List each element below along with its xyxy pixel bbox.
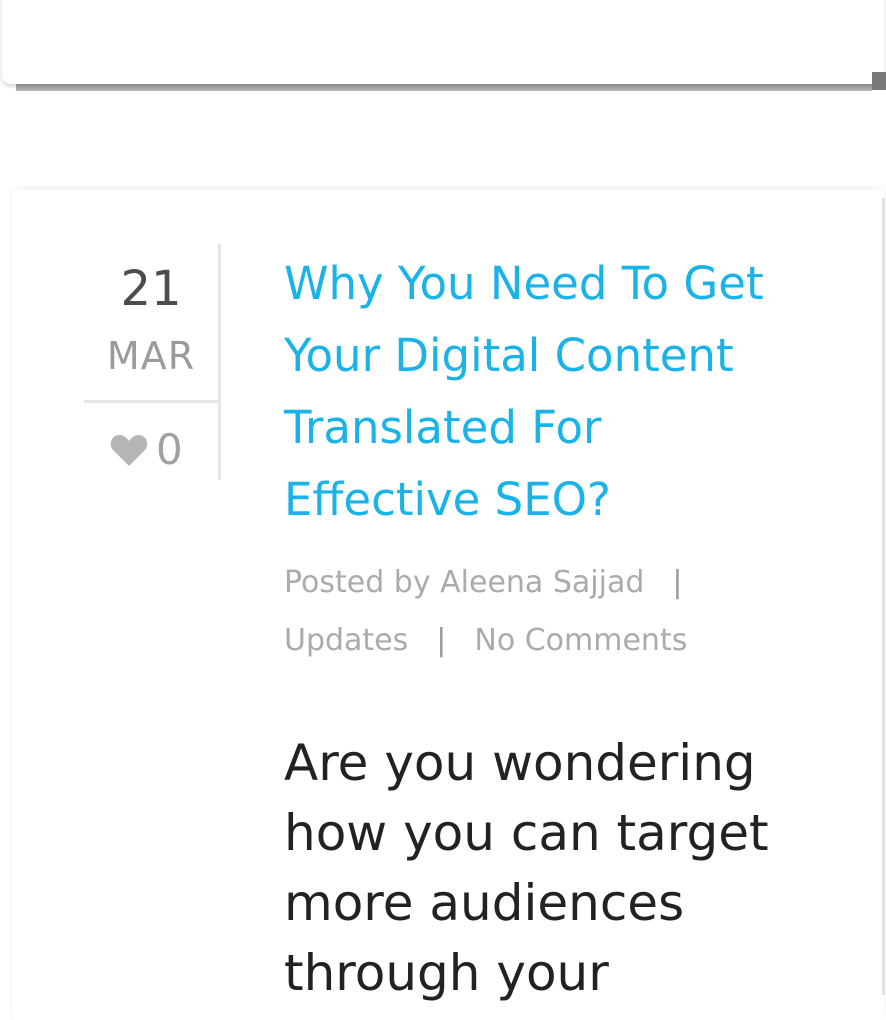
date-divider (84, 400, 218, 403)
comments-link[interactable]: No Comments (474, 623, 687, 658)
post-date-column: 21 MAR 0 (84, 244, 221, 480)
post-content: Why You Need To Get Your Digital Content… (284, 248, 824, 1008)
category-link[interactable]: Updates (284, 623, 408, 658)
author-link[interactable]: Posted by Aleena Sajjad (284, 565, 644, 600)
heart-icon (110, 435, 148, 466)
card-shadow-corner (872, 72, 886, 90)
card-edge (882, 198, 885, 995)
post-title-link[interactable]: Why You Need To Get Your Digital Content… (284, 248, 804, 536)
like-count: 0 (156, 425, 183, 474)
post-excerpt: Are you wondering how you can target mor… (284, 734, 769, 1002)
post-meta: Posted by Aleena Sajjad | Updates | No Comme… (284, 554, 784, 670)
card-shadow (16, 84, 872, 91)
previous-post-card (2, 0, 884, 84)
meta-separator: | (672, 565, 683, 600)
meta-separator: | (436, 623, 447, 658)
like-button[interactable]: 0 (110, 422, 183, 478)
post-day: 21 (120, 261, 182, 317)
post-month: MAR (106, 334, 196, 378)
